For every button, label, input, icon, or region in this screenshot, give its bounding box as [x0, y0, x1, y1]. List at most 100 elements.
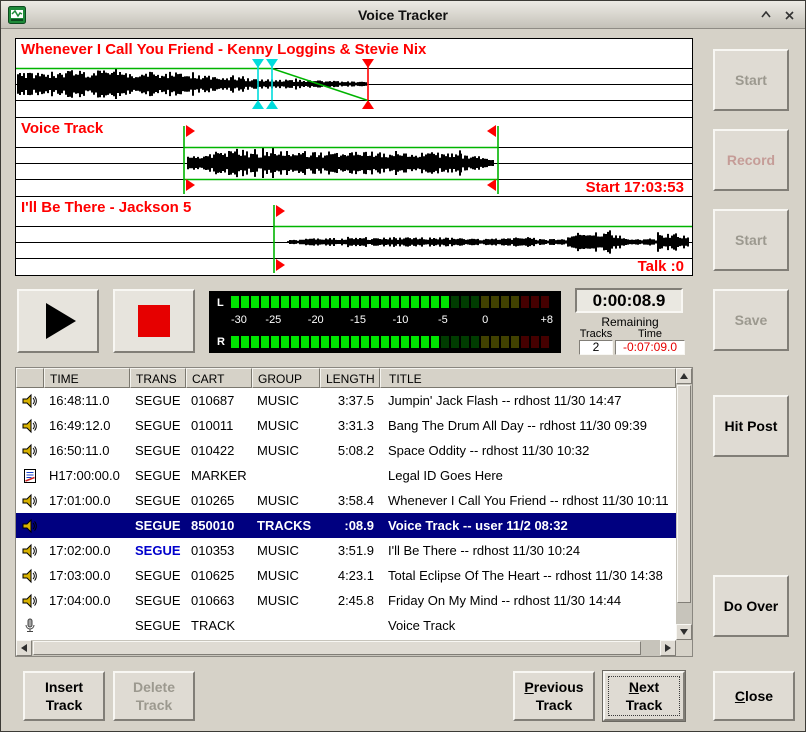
- cell-length: 2:45.8: [320, 593, 380, 608]
- header-time[interactable]: TIME: [44, 368, 130, 388]
- cell-title: Legal ID Goes Here: [380, 468, 676, 483]
- log-header: TIME TRANS CART GROUP LENGTH TITLE: [16, 368, 676, 388]
- meter-right-label: R: [217, 336, 225, 348]
- cell-group: MUSIC: [252, 593, 320, 608]
- log-row[interactable]: 16:48:11.0SEGUE010687MUSIC3:37.5Jumpin' …: [16, 388, 676, 413]
- scrollbar-corner: [676, 640, 692, 656]
- header-cart[interactable]: CART: [186, 368, 252, 388]
- cell-trans: SEGUE: [130, 443, 186, 458]
- cell-time: 16:48:11.0: [44, 393, 130, 408]
- do-over-button[interactable]: Do Over: [713, 575, 789, 637]
- button-label: Track: [136, 696, 173, 714]
- titlebar: Voice Tracker: [1, 1, 805, 29]
- cell-length: 3:31.3: [320, 418, 380, 433]
- log-row[interactable]: SEGUE850010TRACKS:08.9Voice Track -- use…: [16, 513, 676, 538]
- cell-length: 3:51.9: [320, 543, 380, 558]
- cell-length: 4:23.1: [320, 568, 380, 583]
- button-label: Record: [727, 151, 775, 169]
- cell-trans: SEGUE: [130, 593, 186, 608]
- button-label: Delete: [133, 678, 175, 696]
- header-icon[interactable]: [16, 368, 44, 388]
- close-button[interactable]: Close: [713, 671, 795, 721]
- insert-track-button[interactable]: Insert Track: [23, 671, 105, 721]
- elapsed-time-display: 0:00:08.9: [575, 288, 683, 313]
- log-row[interactable]: 17:02:00.0SEGUE010353MUSIC3:51.9I'll Be …: [16, 538, 676, 563]
- cell-length: :08.9: [320, 518, 380, 533]
- cell-length: 3:58.4: [320, 493, 380, 508]
- cell-time: 17:04:00.0: [44, 593, 130, 608]
- horizontal-scrollbar[interactable]: [16, 640, 676, 656]
- button-label: Start: [735, 71, 767, 89]
- log-row[interactable]: 16:50:11.0SEGUE010422MUSIC5:08.2Space Od…: [16, 438, 676, 463]
- cell-trans: SEGUE: [130, 468, 186, 483]
- waveform-track-2[interactable]: Voice Track Start 17:03:53: [15, 117, 693, 197]
- cell-length: 5:08.2: [320, 443, 380, 458]
- log-row[interactable]: 17:01:00.0SEGUE010265MUSIC3:58.4Whenever…: [16, 488, 676, 513]
- play-button[interactable]: [17, 289, 99, 353]
- cell-title: I'll Be There -- rdhost 11/30 10:24: [380, 543, 676, 558]
- log-row[interactable]: SEGUETRACKVoice Track: [16, 613, 676, 638]
- speaker-icon: [16, 493, 44, 509]
- shade-button[interactable]: [757, 6, 775, 24]
- marker-icon: [16, 468, 44, 484]
- speaker-icon: [16, 568, 44, 584]
- cell-time: 17:02:00.0: [44, 543, 130, 558]
- waveform-track-1[interactable]: Whenever I Call You Friend - Kenny Loggi…: [15, 38, 693, 118]
- header-group[interactable]: GROUP: [252, 368, 320, 388]
- log-row[interactable]: 17:03:00.0SEGUE010625MUSIC4:23.1Total Ec…: [16, 563, 676, 588]
- log-row[interactable]: 16:49:12.0SEGUE010011MUSIC3:31.3Bang The…: [16, 413, 676, 438]
- scroll-down-icon[interactable]: [676, 624, 692, 640]
- button-label: Save: [735, 311, 768, 329]
- track-talk-time: Talk :0: [638, 258, 684, 275]
- scroll-right-icon[interactable]: [660, 640, 676, 656]
- start-button-2[interactable]: Start: [713, 209, 789, 271]
- cell-title: Friday On My Mind -- rdhost 11/30 14:44: [380, 593, 676, 608]
- scroll-up-icon[interactable]: [676, 368, 692, 384]
- previous-track-button[interactable]: Previous Track: [513, 671, 595, 721]
- stop-button[interactable]: [113, 289, 195, 353]
- window-title: Voice Tracker: [1, 7, 805, 23]
- cell-group: TRACKS: [252, 518, 320, 533]
- audio-meter: L -30-25-20-15-10-50+8 R: [209, 291, 561, 353]
- log-list: TIME TRANS CART GROUP LENGTH TITLE 16:48…: [15, 367, 693, 657]
- vertical-scrollbar[interactable]: [676, 368, 692, 640]
- cell-trans: SEGUE: [130, 418, 186, 433]
- start-button-1[interactable]: Start: [713, 49, 789, 111]
- cell-cart: 010687: [186, 393, 252, 408]
- cell-cart: 010625: [186, 568, 252, 583]
- waveform-area: Whenever I Call You Friend - Kenny Loggi…: [15, 38, 693, 276]
- cell-group: MUSIC: [252, 543, 320, 558]
- hit-post-button[interactable]: Hit Post: [713, 395, 789, 457]
- button-label: Insert: [45, 678, 83, 696]
- horizontal-scroll-thumb[interactable]: [33, 641, 641, 655]
- header-title[interactable]: TITLE: [380, 368, 676, 388]
- next-track-button[interactable]: Next Track: [603, 671, 685, 721]
- cell-length: 3:37.5: [320, 393, 380, 408]
- cell-cart: 010422: [186, 443, 252, 458]
- delete-track-button[interactable]: Delete Track: [113, 671, 195, 721]
- scroll-left-icon[interactable]: [16, 640, 32, 656]
- meter-left-label: L: [217, 297, 224, 309]
- header-trans[interactable]: TRANS: [130, 368, 186, 388]
- button-label: Track: [46, 696, 83, 714]
- cell-group: MUSIC: [252, 568, 320, 583]
- track-title: Voice Track: [21, 120, 103, 137]
- cell-cart: 010011: [186, 418, 252, 433]
- meter-right-bar: [231, 336, 553, 348]
- header-length[interactable]: LENGTH: [320, 368, 380, 388]
- speaker-icon: [16, 543, 44, 559]
- waveform-track-3[interactable]: I'll Be There - Jackson 5 Talk :0: [15, 196, 693, 276]
- button-label: Track: [536, 696, 573, 714]
- save-button[interactable]: Save: [713, 289, 789, 351]
- cell-cart: 010353: [186, 543, 252, 558]
- close-icon[interactable]: [780, 6, 798, 24]
- cell-trans: SEGUE: [130, 568, 186, 583]
- log-row[interactable]: H17:00:00.0SEGUEMARKERLegal ID Goes Here: [16, 463, 676, 488]
- speaker-icon: [16, 518, 44, 534]
- record-button[interactable]: Record: [713, 129, 789, 191]
- log-row[interactable]: 17:04:00.0SEGUE010663MUSIC2:45.8Friday O…: [16, 588, 676, 613]
- vertical-scroll-thumb[interactable]: [677, 385, 691, 603]
- speaker-icon: [16, 393, 44, 409]
- track-start-time: Start 17:03:53: [586, 179, 684, 196]
- cell-title: Voice Track: [380, 618, 676, 633]
